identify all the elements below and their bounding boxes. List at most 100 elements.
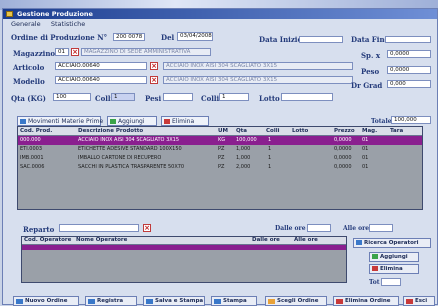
add-icon [110,119,116,124]
articolo-label: Articolo [13,63,45,72]
sp-label: Sp. x [361,51,380,60]
articolo-code-field[interactable]: ACCIAIO.00640 [55,62,147,70]
table-row[interactable]: SAC.0006 SACCHI IN PLASTICA TRASPARENTE … [18,163,422,172]
articolo-desc-field: ACCIAIO INOX AISI 304 SCAGLIATO 3X15 [163,62,353,70]
tot-label: Tot [369,279,380,286]
pesi-field[interactable] [163,93,193,101]
window-title: Gestione Produzione [17,10,93,18]
cell-cod: IMB.0001 [20,155,44,161]
print-icon [146,299,153,304]
dr-grad-label: Dr Grad [351,81,383,90]
cell-colli: 1 [268,137,272,143]
dalle-ore-label: Dalle ore [275,225,306,232]
cell-colli: 1 [268,146,272,152]
table-row[interactable] [22,245,346,250]
totale-label: Totale [371,118,392,125]
col-nome-operatore: Nome Operatore [76,237,128,243]
app-icon [6,11,13,17]
peso-field[interactable]: 0,0000 [387,66,431,74]
add-icon [372,254,378,259]
save-icon [88,299,95,304]
cell-qta: 100,000 [236,137,257,143]
col-alle-ore: Alle ore [294,237,318,243]
col-colli: Colli [266,128,280,134]
materials-icon [20,119,26,124]
peso-label: Peso [361,67,380,76]
col-prezzo: Prezzo [334,128,355,134]
cell-cod: ETI.0003 [20,146,43,152]
order-number-field[interactable]: 200 0078 [113,33,145,41]
alle-ore-label: Alle ore [343,225,370,232]
cell-colli: 1 [268,164,272,170]
pesi-label: Pesi [145,94,162,103]
operators-grid[interactable]: Cod. Operatore Nome Operatore Dalle ore … [21,236,347,283]
dr-grad-field[interactable]: 0,000 [387,80,431,88]
cell-um: PZ [218,164,225,170]
data-fine-field[interactable] [385,36,431,43]
reparto-label: Reparto [23,225,55,234]
add-operator-button[interactable]: Aggiungi [369,252,419,262]
cell-prezzo: 0,0000 [334,155,352,161]
menu-generale[interactable]: Generale [11,20,41,28]
cell-um: PZ [218,146,225,152]
qta-label: Qta (KG) [11,94,46,103]
lotto-label: Lotto [259,94,280,103]
cell-mag: 01 [362,137,369,143]
data-fine-label: Data Fine [351,35,389,44]
col-cod-prod: Cod. Prod. [20,128,53,134]
totale-field: 100,000 [391,116,431,124]
tab-movimenti[interactable]: Movimenti Materie Prime [17,116,103,126]
delete-icon [164,119,170,124]
cell-cod: SAC.0006 [20,164,45,170]
exit-icon [406,299,413,304]
order-title: Ordine di Produzione N° [11,33,108,42]
reparto-field[interactable] [59,224,139,232]
cell-qta: 1,000 [236,146,251,152]
colli2-label: Colli [201,94,220,103]
table-row[interactable]: IMB.0001 IMBALLO CARTONE DI RECUPERO PZ … [18,154,422,163]
data-inizio-field[interactable] [299,36,343,43]
delete-icon [372,266,378,271]
cell-prezzo: 0,0000 [334,137,352,143]
materials-grid[interactable]: Cod. Prod. Descrizione Prodotto UM Qta C… [17,126,423,210]
order-date-field[interactable]: 03/04/2008 [177,32,213,41]
cell-mag: 01 [362,155,369,161]
cell-mag: 01 [362,164,369,170]
new-icon [16,299,23,304]
cell-mag: 01 [362,146,369,152]
articolo-clear-icon[interactable]: × [150,62,158,70]
window-titlebar: Gestione Produzione [3,9,437,19]
col-um: UM [218,128,228,134]
magazzino-code-field[interactable]: 01 [55,48,69,56]
delete-material-button[interactable]: Elimina [161,116,209,126]
col-dalle-ore: Dalle ore [252,237,280,243]
cell-desc: ETICHETTE ADESIVE STANDARD 100X150 [78,146,182,152]
del-label: Del [161,33,175,42]
delete-operator-button[interactable]: Elimina [369,264,419,274]
operators-header: Cod. Operatore Nome Operatore Dalle ore … [22,237,346,245]
cell-um: PZ [218,155,225,161]
search-icon [356,240,362,245]
magazzino-desc-field: MAGAZZINO DI SEDE AMMINISTRATIVA [81,48,211,56]
table-row[interactable]: 000.000 ACCIAIO INOX AISI 304 SCAGLIATO … [18,136,422,145]
col-mag: Mag. [362,128,378,134]
menu-bar: Generale Statistiche [3,20,437,29]
lotto-field[interactable] [281,93,333,101]
modello-code-field[interactable]: ACCIAIO.00640 [55,76,147,84]
add-material-button[interactable]: Aggiungi [107,116,157,126]
menu-statistiche[interactable]: Statistiche [51,20,85,28]
alle-ore-field[interactable] [369,224,393,232]
cell-prezzo: 0,0000 [334,164,352,170]
table-row[interactable]: ETI.0003 ETICHETTE ADESIVE STANDARD 100X… [18,145,422,154]
colli2-field[interactable]: 1 [219,93,249,101]
cell-cod: 000.000 [20,137,41,143]
modello-clear-icon[interactable]: × [150,76,158,84]
dalle-ore-field[interactable] [307,224,331,232]
sp-field[interactable]: 0,0000 [387,50,431,58]
cell-qta: 1,000 [236,155,251,161]
qta-field[interactable]: 100 [53,93,91,101]
reparto-clear-icon[interactable]: × [143,224,151,232]
search-operators-button[interactable]: Ricerca Operatori [353,238,431,248]
magazzino-clear-icon[interactable]: × [71,48,79,56]
colli-field[interactable]: 1 [111,93,135,101]
